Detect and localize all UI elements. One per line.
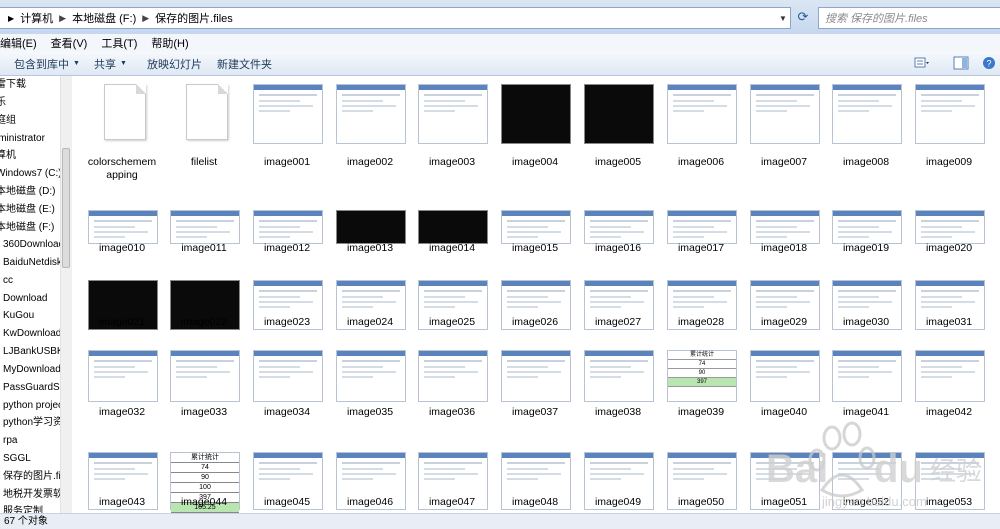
file-item[interactable]: 累计统计 74 90 100 397 165.25 image044 [164, 76, 244, 513]
preview-pane-icon[interactable] [953, 56, 969, 70]
file-name-label: image048 [511, 496, 559, 508]
help-icon[interactable]: ? [981, 56, 997, 70]
include-in-library-button[interactable]: 包含到库中 ▼ [14, 52, 80, 75]
nav-item[interactable]: 计算机 [0, 147, 16, 165]
object-count: 67 个对象 [4, 516, 48, 527]
file-item[interactable]: image045 [247, 76, 327, 513]
crumb-separator-icon[interactable]: ▶ [57, 13, 68, 24]
slideshow-label: 放映幻灯片 [147, 58, 202, 71]
file-item[interactable]: image047 [412, 76, 492, 513]
new-folder-button[interactable]: 新建文件夹 [217, 52, 272, 75]
nav-item[interactable]: 本地磁盘 (F:) [0, 219, 54, 237]
menu-view[interactable]: 查看(V) [44, 35, 95, 51]
nav-item[interactable]: LJBankUSBKey [3, 343, 60, 361]
nav-item[interactable]: MyDownloads [3, 361, 60, 379]
crumb-computer[interactable]: 计算机 [16, 10, 57, 26]
file-item[interactable]: image052 [826, 76, 906, 513]
address-dropdown-icon[interactable]: ▼ [776, 8, 790, 28]
menu-bar: 编辑(E) 查看(V) 工具(T) 帮助(H) [0, 34, 1000, 53]
share-label: 共享 [94, 58, 116, 71]
file-name-label: image052 [842, 496, 890, 508]
thumbnail-cell-text: 74 [171, 463, 239, 473]
chevron-down-icon: ▼ [73, 60, 80, 67]
thumbnail-cell-text: 累计统计 [171, 453, 239, 463]
include-in-library-label: 包含到库中 [14, 58, 69, 71]
thumbnail-cell-text: 90 [171, 473, 239, 483]
file-name-label: image044 [180, 496, 228, 508]
menu-help[interactable]: 帮助(H) [144, 35, 195, 51]
search-placeholder: 搜索 保存的图片.files [825, 13, 928, 25]
view-options-icon[interactable] [914, 56, 930, 70]
file-item[interactable]: image043 [82, 76, 162, 513]
file-name-label: image045 [263, 496, 311, 508]
svg-text:?: ? [986, 59, 991, 69]
nav-item[interactable]: python project [3, 397, 60, 415]
thumbnail-cell-text: 100 [171, 483, 239, 493]
file-name-label: image050 [677, 496, 725, 508]
address-bar[interactable]: ▶ 计算机 ▶ 本地磁盘 (F:) ▶ 保存的图片.files ▼ [0, 7, 791, 29]
file-name-label: image049 [594, 496, 642, 508]
navigation-scrollbar[interactable] [60, 76, 72, 513]
nav-item[interactable]: python学习资料 [3, 414, 60, 432]
navigation-pane[interactable]: 迅雷下载 音乐 家庭组 Administrator 计算机 Windows7 (… [0, 76, 60, 513]
file-item[interactable]: image046 [330, 76, 410, 513]
crumb-separator-icon[interactable]: ▶ [140, 13, 151, 24]
nav-item[interactable]: Windows7 (C:) [0, 165, 60, 183]
crumb-folder[interactable]: 保存的图片.files [151, 10, 237, 26]
file-item[interactable]: image048 [495, 76, 575, 513]
address-area: ▶ 计算机 ▶ 本地磁盘 (F:) ▶ 保存的图片.files ▼ ⟳ 搜索 保… [0, 0, 1000, 35]
nav-item[interactable]: BaiduNetdisk [3, 254, 60, 272]
search-input[interactable]: 搜索 保存的图片.files [818, 7, 1000, 29]
scrollbar-thumb[interactable] [62, 148, 70, 268]
nav-item[interactable]: 360Downloads [3, 236, 60, 254]
file-item[interactable]: image051 [744, 76, 824, 513]
nav-item[interactable]: KwDownload [3, 325, 60, 343]
nav-item[interactable]: KuGou [3, 307, 34, 325]
file-item[interactable]: image049 [578, 76, 658, 513]
nav-item[interactable]: SGGL [3, 450, 31, 468]
file-name-label: image053 [925, 496, 973, 508]
nav-item[interactable]: 保存的图片.files [3, 468, 60, 486]
new-folder-label: 新建文件夹 [217, 58, 272, 71]
nav-item[interactable]: 迅雷下载 [0, 76, 26, 94]
menu-edit[interactable]: 编辑(E) [0, 35, 44, 51]
nav-item[interactable]: 服务定制 [3, 503, 43, 513]
file-item[interactable]: image050 [661, 76, 741, 513]
menu-tools[interactable]: 工具(T) [94, 35, 144, 51]
file-name-label: image043 [98, 496, 146, 508]
file-name-label: image051 [760, 496, 808, 508]
nav-item[interactable]: Download [3, 290, 47, 308]
file-name-label: image047 [428, 496, 476, 508]
file-item[interactable]: image053 [909, 76, 989, 513]
refresh-icon[interactable]: ⟳ [793, 7, 813, 27]
status-bar: 67 个对象 [0, 513, 1000, 529]
nav-item[interactable]: 地税开发票软件 [3, 486, 60, 504]
nav-item[interactable]: 音乐 [0, 94, 6, 112]
nav-item[interactable]: PassGuardS [3, 379, 60, 397]
nav-item[interactable]: rpa [3, 432, 17, 450]
chevron-down-icon: ▼ [120, 60, 127, 67]
nav-item[interactable]: cc [3, 272, 13, 290]
slideshow-button[interactable]: 放映幻灯片 [147, 52, 202, 75]
nav-item[interactable]: 家庭组 [0, 112, 16, 130]
file-grid[interactable]: colorschememapping filelist image001 image0… [72, 76, 1000, 513]
nav-item[interactable]: 本地磁盘 (E:) [0, 201, 55, 219]
crumb-drive-f[interactable]: 本地磁盘 (F:) [68, 10, 140, 26]
nav-item[interactable]: Administrator [0, 130, 45, 148]
nav-item[interactable]: 本地磁盘 (D:) [0, 183, 55, 201]
share-button[interactable]: 共享 ▼ [94, 52, 127, 75]
command-bar: 包含到库中 ▼ 共享 ▼ 放映幻灯片 新建文件夹 ? [0, 52, 1000, 76]
file-name-label: image046 [346, 496, 394, 508]
address-arrow-icon[interactable]: ▶ [0, 14, 16, 23]
